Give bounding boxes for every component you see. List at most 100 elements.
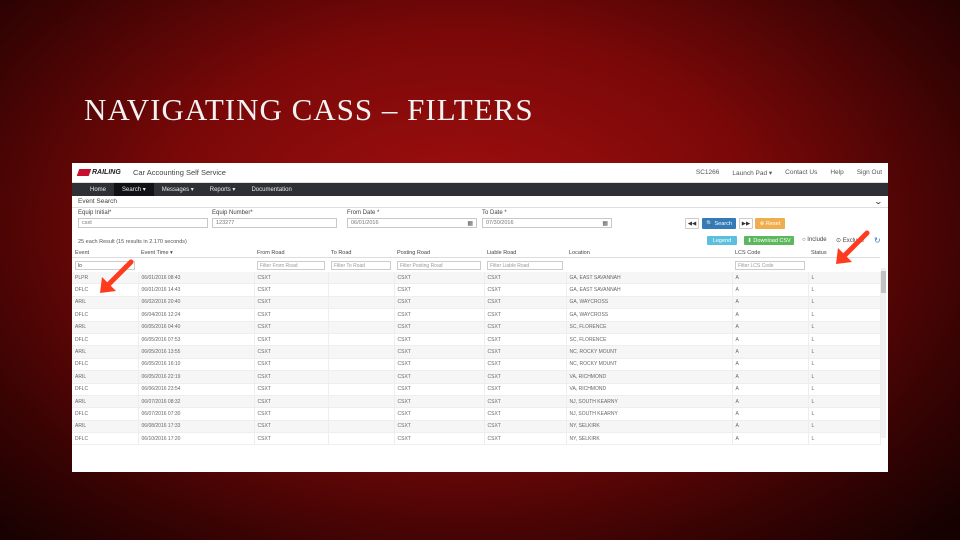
cell-to-road bbox=[328, 383, 395, 396]
table-row[interactable]: DFLC 06/07/2016 07:30 CSXT CSXT CSXT NJ, SOUT… bbox=[72, 407, 881, 421]
cell-from-road: CSXT bbox=[254, 358, 329, 372]
cell-from-road: CSXT bbox=[254, 283, 329, 297]
cell-event-time: 06/05/2016 22:19 bbox=[138, 370, 255, 384]
cell-status: L bbox=[808, 358, 881, 372]
cell-posting-road: CSXT bbox=[394, 370, 485, 384]
liable-road-filter-input[interactable]: Filter Liable Road bbox=[487, 260, 563, 270]
posting-road-filter-input[interactable]: Filter Posting Road bbox=[397, 260, 481, 270]
cell-event: ARIL bbox=[72, 345, 139, 359]
to-date-input[interactable]: 07/30/2016 ▦ bbox=[482, 218, 612, 228]
cell-liable-road: CSXT bbox=[484, 358, 567, 372]
cell-event: DFLC bbox=[72, 432, 139, 446]
table-row[interactable]: ARIL 06/05/2016 22:19 CSXT CSXT CSXT VA, RICH… bbox=[72, 370, 881, 384]
cell-event-time: 06/01/2016 08:43 bbox=[138, 272, 255, 285]
cell-from-road: CSXT bbox=[254, 407, 329, 421]
cell-event-time: 06/06/2016 23:54 bbox=[138, 383, 255, 396]
table-row[interactable]: DFLC 06/10/2016 17:20 CSXT CSXT CSXT NY, SELK… bbox=[72, 432, 881, 446]
refresh-icon[interactable]: ↻ bbox=[874, 236, 881, 245]
download-csv-button[interactable]: ⬇ Download CSV bbox=[744, 236, 794, 245]
cell-location: SC, FLORENCE bbox=[566, 321, 733, 334]
col-location[interactable]: Location bbox=[566, 248, 732, 258]
collapse-chevron-icon[interactable]: ⌄ bbox=[874, 197, 883, 206]
cell-posting-road: CSXT bbox=[394, 296, 485, 310]
cell-to-road bbox=[328, 358, 395, 372]
col-liable-road[interactable]: Liable Road bbox=[484, 248, 566, 258]
legend-button[interactable]: Legend bbox=[707, 236, 737, 245]
cell-to-road bbox=[328, 321, 395, 334]
cell-liable-road: CSXT bbox=[484, 407, 567, 421]
cell-event-time: 06/01/2016 14:43 bbox=[138, 283, 255, 297]
sign-out-link[interactable]: Sign Out bbox=[857, 169, 882, 177]
reset-button[interactable]: ⊗ Reset bbox=[755, 218, 785, 229]
cell-from-road: CSXT bbox=[254, 432, 329, 446]
col-event[interactable]: Event bbox=[72, 248, 138, 258]
from-date-input[interactable]: 06/01/2016 ▦ bbox=[347, 218, 477, 228]
cell-location: GA, EAST SAVANNAH bbox=[566, 272, 733, 285]
lcs-code-filter-input[interactable]: Filter LCS Code bbox=[735, 260, 805, 270]
table-row[interactable]: ARIL 06/05/2016 13:55 CSXT CSXT CSXT NC, ROCK… bbox=[72, 345, 881, 359]
section-title: Event Search bbox=[78, 198, 118, 205]
col-to-road[interactable]: To Road bbox=[328, 248, 394, 258]
nav-documentation[interactable]: Documentation bbox=[243, 183, 299, 196]
nav-messages[interactable]: Messages ▾ bbox=[154, 183, 202, 196]
cell-to-road bbox=[328, 283, 395, 297]
to-road-filter-input[interactable]: Filter To Road bbox=[331, 260, 391, 270]
cell-status: L bbox=[808, 383, 881, 396]
table-row[interactable]: DFLC 06/05/2016 07:53 CSXT CSXT CSXT SC, FLOR… bbox=[72, 333, 881, 347]
col-lcs-code[interactable]: LCS Code bbox=[732, 248, 808, 258]
cell-lcs-code: A bbox=[732, 308, 809, 322]
cell-liable-road: CSXT bbox=[484, 395, 567, 409]
calendar-icon[interactable]: ▦ bbox=[602, 220, 608, 227]
calendar-icon[interactable]: ▦ bbox=[467, 220, 473, 227]
cell-event-time: 06/04/2016 12:24 bbox=[138, 308, 255, 322]
table-row[interactable]: ARIL 06/02/2016 20:40 CSXT CSXT CSXT GA, WAYC… bbox=[72, 296, 881, 310]
nav-search[interactable]: Search ▾ bbox=[114, 183, 154, 196]
table-scrollbar[interactable] bbox=[881, 268, 886, 438]
contact-us-link[interactable]: Contact Us bbox=[785, 169, 817, 177]
cell-status: L bbox=[808, 272, 881, 285]
cell-posting-road: CSXT bbox=[394, 308, 485, 322]
cell-event-time: 06/07/2016 08:32 bbox=[138, 395, 255, 409]
cell-liable-road: CSXT bbox=[484, 420, 567, 434]
nav-home[interactable]: Home bbox=[82, 183, 114, 196]
table-row[interactable]: PLPR 06/01/2016 08:43 CSXT CSXT CSXT GA, EAST… bbox=[72, 272, 881, 285]
cell-status: L bbox=[808, 296, 881, 310]
cell-posting-road: CSXT bbox=[394, 383, 485, 396]
app-logo[interactable]: RAILING bbox=[76, 169, 133, 176]
table-row[interactable]: ARIL 06/08/2016 17:33 CSXT CSXT CSXT NY, SELK… bbox=[72, 420, 881, 434]
cell-lcs-code: A bbox=[732, 407, 809, 421]
cell-liable-road: CSXT bbox=[484, 345, 567, 359]
cell-from-road: CSXT bbox=[254, 345, 329, 359]
cell-posting-road: CSXT bbox=[394, 333, 485, 347]
help-link[interactable]: Help bbox=[830, 169, 843, 177]
table-row[interactable]: DFLC 06/05/2016 16:10 CSXT CSXT CSXT NC, ROCK… bbox=[72, 358, 881, 372]
next-arrow-icon[interactable]: ▶▶ bbox=[739, 218, 753, 229]
col-event-time[interactable]: Event Time ▾ bbox=[138, 248, 254, 258]
table-row[interactable]: ARIL 06/07/2016 08:32 CSXT CSXT CSXT NJ, SOUT… bbox=[72, 395, 881, 409]
cell-from-road: CSXT bbox=[254, 321, 329, 334]
cell-event: ARIL bbox=[72, 370, 139, 384]
cell-posting-road: CSXT bbox=[394, 395, 485, 409]
equip-number-input[interactable]: 123277 bbox=[212, 218, 337, 228]
cell-status: L bbox=[808, 395, 881, 409]
nav-reports[interactable]: Reports ▾ bbox=[202, 183, 244, 196]
launch-pad-menu[interactable]: Launch Pad ▾ bbox=[732, 169, 772, 177]
logo-mark-icon bbox=[76, 169, 92, 176]
table-row[interactable]: DFLC 06/04/2016 12:24 CSXT CSXT CSXT GA, WAYC… bbox=[72, 308, 881, 322]
table-row[interactable]: DFLC 06/06/2016 23:54 CSXT CSXT CSXT VA, RICH… bbox=[72, 383, 881, 396]
previous-arrow-icon[interactable]: ◀◀ bbox=[685, 218, 699, 229]
cell-from-road: CSXT bbox=[254, 333, 329, 347]
scrollbar-thumb[interactable] bbox=[881, 271, 886, 293]
search-button[interactable]: 🔍 Search bbox=[702, 218, 736, 229]
main-navbar: Home Search ▾ Messages ▾ Reports ▾ Docum… bbox=[72, 183, 888, 196]
table-row[interactable]: DFLC 06/01/2016 14:43 CSXT CSXT CSXT GA, EAST… bbox=[72, 283, 881, 297]
from-road-filter-input[interactable]: Filter From Road bbox=[257, 260, 325, 270]
cell-to-road bbox=[328, 420, 395, 434]
cell-liable-road: CSXT bbox=[484, 370, 567, 384]
results-summary: 25 each Result (15 results in 2.170 seco… bbox=[78, 239, 187, 245]
include-radio[interactable]: ○ Include bbox=[802, 237, 827, 243]
col-posting-road[interactable]: Posting Road bbox=[394, 248, 484, 258]
equip-initial-input[interactable]: csxt bbox=[78, 218, 208, 228]
table-row[interactable]: ARIL 06/05/2016 04:40 CSXT CSXT CSXT SC, FLOR… bbox=[72, 321, 881, 334]
col-from-road[interactable]: From Road bbox=[254, 248, 328, 258]
